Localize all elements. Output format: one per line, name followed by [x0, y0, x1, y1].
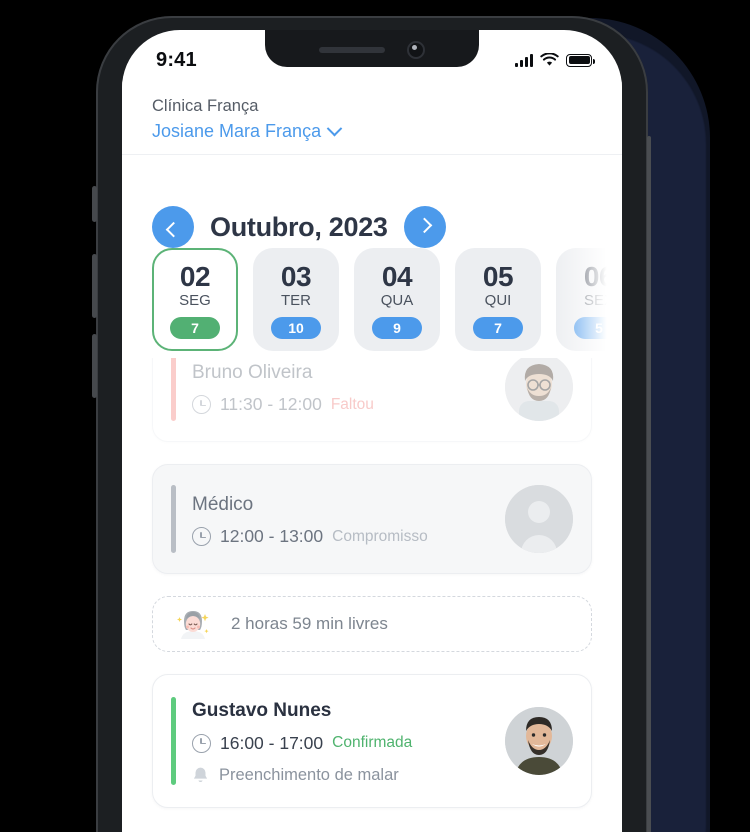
free-time-label: 2 horas 59 min livres	[231, 614, 388, 633]
appointment-patient-name: Bruno Oliveira	[192, 361, 313, 383]
month-label: Outubro, 2023	[210, 211, 388, 242]
day-card-03[interactable]: 03 TER 10	[253, 248, 339, 351]
appointment-status-badge: Faltou	[330, 395, 374, 413]
front-camera-icon	[407, 40, 425, 59]
day-selector-strip[interactable]: 02 SEG 7 03 TER 10 04 QUA 9 05 QUI 7 06 SEX 5	[122, 248, 622, 351]
appointment-time-row: 12:00 - 13:00 Compromisso	[192, 526, 493, 547]
app-header: Clínica França Josiane Mara França	[122, 80, 622, 155]
day-appointment-count: 7	[170, 317, 220, 340]
day-number: 06	[583, 261, 615, 292]
battery-full-icon	[566, 53, 595, 67]
status-bar-icons	[515, 53, 595, 67]
appointment-list[interactable]: Bruno Oliveira 11:30 - 12:00 Faltou Médi…	[122, 358, 622, 832]
day-number: 05	[482, 261, 514, 292]
photo-bearded-man-glasses	[505, 358, 573, 421]
day-number: 02	[179, 261, 211, 292]
phone-mute-switch[interactable]	[92, 186, 97, 222]
appointment-accent-bar	[171, 485, 176, 553]
clock-icon	[192, 395, 211, 415]
day-appointment-count: 7	[473, 317, 523, 340]
account-name: Josiane Mara França	[152, 120, 322, 141]
appointment-patient-name: Médico	[192, 493, 254, 515]
smiling-woman-sparkles-icon	[177, 611, 209, 639]
chevron-right-icon	[416, 217, 433, 233]
day-number: 03	[280, 261, 312, 292]
wifi-icon	[540, 53, 559, 66]
phone-volume-down-button[interactable]	[92, 334, 97, 398]
appointment-note-row: Preenchimento de malar	[192, 766, 493, 785]
chevron-down-icon	[326, 120, 343, 137]
status-bar-time: 9:41	[156, 48, 197, 71]
appointment-time: 16:00 - 17:00	[220, 732, 324, 753]
phone-screen: 9:41 Clínica França Josiane Mara França	[122, 30, 622, 832]
appointment-accent-bar	[171, 697, 176, 785]
day-weekday: QUA	[380, 292, 414, 310]
signal-bars-icon	[515, 53, 533, 67]
appointment-status-badge: Compromisso	[332, 527, 428, 545]
next-month-button[interactable]	[403, 206, 446, 248]
avatar	[505, 485, 573, 553]
clock-icon	[192, 527, 211, 547]
appointment-time-row: 11:30 - 12:00 Faltou	[192, 394, 493, 415]
day-appointment-count: 10	[271, 317, 321, 340]
photo-smiling-bearded-man	[505, 706, 573, 775]
day-appointment-count: 9	[372, 317, 422, 340]
avatar	[505, 358, 573, 421]
previous-month-button[interactable]	[152, 206, 194, 248]
appointment-patient-name: Gustavo Nunes	[192, 700, 332, 721]
free-time-slot[interactable]: 2 horas 59 min livres	[152, 596, 592, 652]
appointment-note: Preenchimento de malar	[219, 765, 399, 784]
phone-notch	[265, 30, 479, 67]
avatar	[505, 706, 573, 775]
day-card-04[interactable]: 04 QUA 9	[354, 248, 440, 351]
day-card-06[interactable]: 06 SEX 5	[556, 248, 622, 351]
day-weekday: SEX	[583, 292, 614, 310]
day-card-02[interactable]: 02 SEG 7	[152, 248, 238, 351]
person-silhouette	[505, 485, 573, 553]
appointment-card[interactable]: Bruno Oliveira 11:30 - 12:00 Faltou	[152, 358, 592, 442]
appointment-accent-bar	[171, 358, 176, 421]
appointment-status-badge: Confirmada	[332, 734, 413, 751]
appointment-card[interactable]: Médico 12:00 - 13:00 Compromisso	[152, 464, 592, 574]
phone-volume-up-button[interactable]	[92, 254, 97, 318]
day-appointment-count: 5	[574, 317, 622, 340]
month-navigator: Outubro, 2023	[122, 178, 622, 248]
appointment-time: 11:30 - 12:00	[220, 394, 322, 415]
day-number: 04	[381, 261, 413, 292]
day-card-05[interactable]: 05 QUI 7	[455, 248, 541, 351]
appointment-card[interactable]: Gustavo Nunes 16:00 - 17:00 Confirmada P…	[152, 674, 592, 808]
appointment-time-row: 16:00 - 17:00 Confirmada	[192, 733, 493, 754]
clock-icon	[192, 733, 211, 753]
day-weekday: TER	[281, 292, 311, 310]
appointment-time: 12:00 - 13:00	[220, 526, 324, 547]
clinic-name: Clínica França	[152, 97, 259, 115]
earpiece-speaker-icon	[319, 46, 385, 53]
day-weekday: QUI	[484, 292, 512, 310]
day-weekday: SEG	[179, 292, 211, 310]
screenshot-stage: 9:41 Clínica França Josiane Mara França	[0, 0, 750, 832]
bell-icon	[192, 766, 209, 785]
account-switcher[interactable]: Josiane Mara França	[152, 120, 592, 142]
chevron-left-icon	[165, 221, 181, 237]
